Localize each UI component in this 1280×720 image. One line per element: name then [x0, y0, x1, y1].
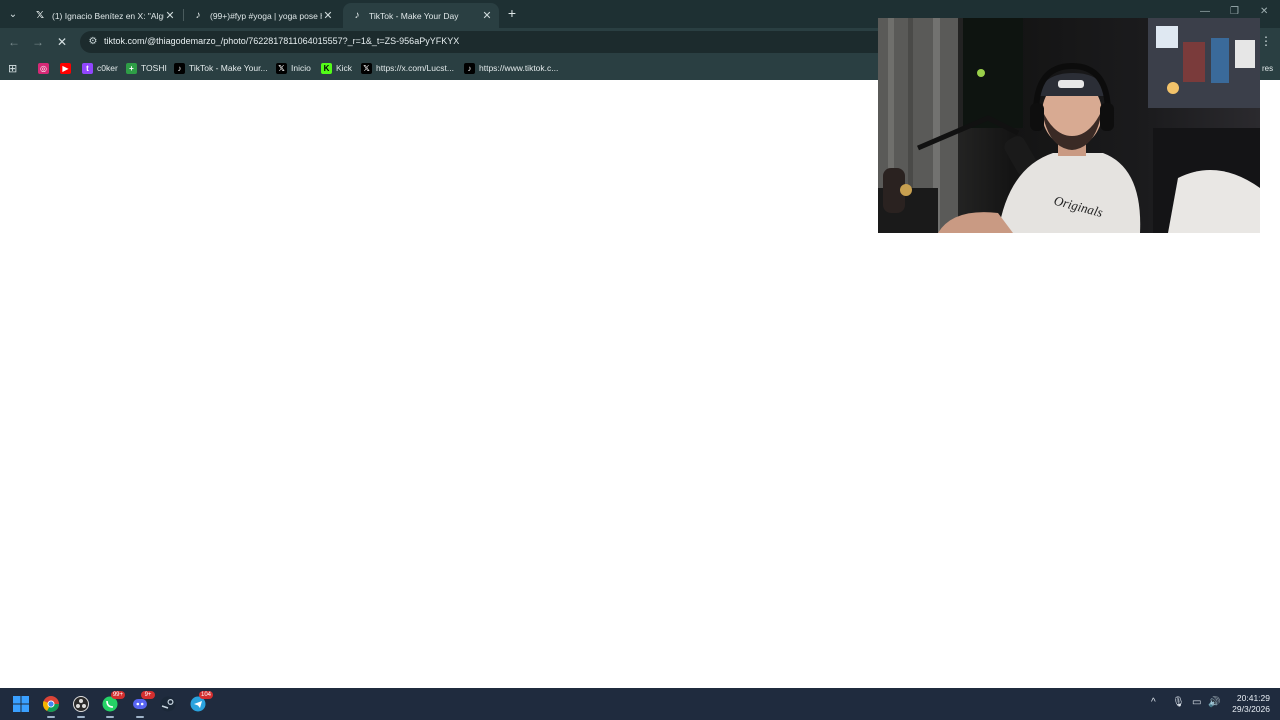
twitch-icon: t [82, 62, 93, 74]
stop-loading-button[interactable]: ✕ [54, 34, 70, 50]
tab-search-chevron-icon[interactable]: ⌄ [4, 5, 22, 23]
bookmark-toshi[interactable]: + TOSHI [126, 60, 167, 76]
clock-date: 29/3/2026 [1232, 704, 1270, 714]
youtube-icon: ▶ [60, 62, 71, 74]
plus-icon: + [126, 62, 137, 74]
show-hidden-icons-chevron-icon[interactable]: ^ [1151, 697, 1156, 708]
windows-taskbar: 99+ 9+ 104 ^ 🎙 ▭ 🔊 20:41:29 29/3/2026 [0, 688, 1280, 720]
tiktok-icon: ♪ [195, 10, 201, 21]
bookmark-tiktok[interactable]: ♪ TikTok - Make Your... [174, 60, 268, 76]
telegram-icon[interactable]: 104 [189, 691, 213, 713]
telegram-badge: 104 [198, 691, 213, 699]
clock-time: 20:41:29 [1236, 693, 1270, 703]
tab-title: TikTok - Make Your Day [369, 10, 459, 21]
bookmark-x-lucst[interactable]: 𝕏 https://x.com/Lucst... [361, 60, 454, 76]
bookmark-label: c0ker [97, 63, 118, 73]
close-window-icon[interactable]: ✕ [1260, 6, 1268, 17]
tab-x-post[interactable]: 𝕏 (1) Ignacio Benítez en X: "Algun ✕ [26, 3, 182, 28]
address-bar[interactable]: ⚙ tiktok.com/@thiagodemarzo_/photo/76228… [80, 31, 900, 53]
x-logo-icon: 𝕏 [276, 62, 287, 74]
tiktok-icon: ♪ [464, 62, 475, 74]
bookmark-youtube[interactable]: ▶ [60, 60, 75, 76]
discord-badge: 9+ [141, 691, 155, 699]
x-logo-icon: 𝕏 [361, 62, 372, 74]
maximize-icon[interactable]: ❐ [1230, 6, 1239, 17]
close-tab-icon[interactable]: ✕ [322, 9, 334, 22]
tiktok-icon: ♪ [174, 62, 185, 74]
instagram-icon: ◎ [38, 62, 49, 74]
chrome-icon[interactable] [42, 695, 60, 718]
url-text[interactable]: tiktok.com/@thiagodemarzo_/photo/7622817… [104, 36, 459, 46]
system-clock[interactable]: 20:41:29 29/3/2026 [1226, 693, 1270, 715]
tab-title: (1) Ignacio Benítez en X: "Algun [52, 10, 164, 21]
bookmark-label: TOSHI [141, 63, 167, 73]
apps-grid-icon[interactable]: ⊞ [8, 60, 17, 76]
bookmark-kick[interactable]: K Kick [321, 60, 352, 76]
bookmark-tiktok-url[interactable]: ♪ https://www.tiktok.c... [464, 60, 558, 76]
running-indicator [106, 716, 114, 718]
running-indicator [47, 716, 55, 718]
tab-title: (99+)#fyp #yoga | yoga pose h [210, 10, 322, 21]
tab-tiktok-active[interactable]: ♪ TikTok - Make Your Day ✕ [343, 3, 499, 28]
tiktok-icon: ♪ [354, 10, 360, 21]
browser-menu-icon[interactable]: ⋮ [1260, 34, 1272, 48]
forward-button[interactable]: → [30, 34, 46, 50]
steam-icon[interactable] [159, 695, 177, 713]
back-button[interactable]: ← [6, 34, 22, 50]
discord-icon[interactable]: 9+ [131, 691, 155, 718]
bookmark-label: https://x.com/Lucst... [376, 63, 454, 73]
kick-icon: K [321, 62, 332, 74]
network-icon[interactable]: ▭ [1192, 697, 1201, 708]
bookmark-label: Inicio [291, 63, 311, 73]
obs-icon[interactable] [72, 695, 90, 718]
volume-icon[interactable]: 🔊 [1208, 697, 1220, 708]
running-indicator [136, 716, 144, 718]
bookmark-label: Kick [336, 63, 353, 73]
tab-tiktok-yoga[interactable]: ♪ (99+)#fyp #yoga | yoga pose h ✕ [184, 3, 340, 28]
screen: ⌄ 𝕏 (1) Ignacio Benítez en X: "Algun ✕ ♪… [0, 0, 1280, 720]
webcam-streamer-image: Originals [878, 18, 1260, 233]
whatsapp-badge: 99+ [110, 691, 125, 699]
bookmark-c0ker[interactable]: t c0ker [82, 60, 118, 76]
close-tab-icon[interactable]: ✕ [164, 9, 176, 22]
bookmark-label: https://www.tiktok.c... [479, 63, 559, 73]
site-settings-icon[interactable]: ⚙ [86, 35, 100, 49]
all-bookmarks-label[interactable]: res [1262, 64, 1273, 73]
running-indicator [77, 716, 85, 718]
windows-start-icon[interactable] [12, 695, 30, 713]
bookmark-instagram[interactable]: ◎ [38, 60, 53, 76]
x-logo-icon: 𝕏 [35, 10, 45, 21]
new-tab-button[interactable]: + [504, 5, 520, 21]
close-tab-icon[interactable]: ✕ [481, 9, 493, 22]
webcam-overlay: Originals [878, 18, 1260, 233]
minimize-icon[interactable]: — [1200, 6, 1210, 17]
whatsapp-icon[interactable]: 99+ [101, 691, 125, 718]
bookmark-inicio[interactable]: 𝕏 Inicio [276, 60, 311, 76]
microphone-icon[interactable]: 🎙 [1172, 697, 1185, 708]
bookmark-label: TikTok - Make Your... [189, 63, 268, 73]
